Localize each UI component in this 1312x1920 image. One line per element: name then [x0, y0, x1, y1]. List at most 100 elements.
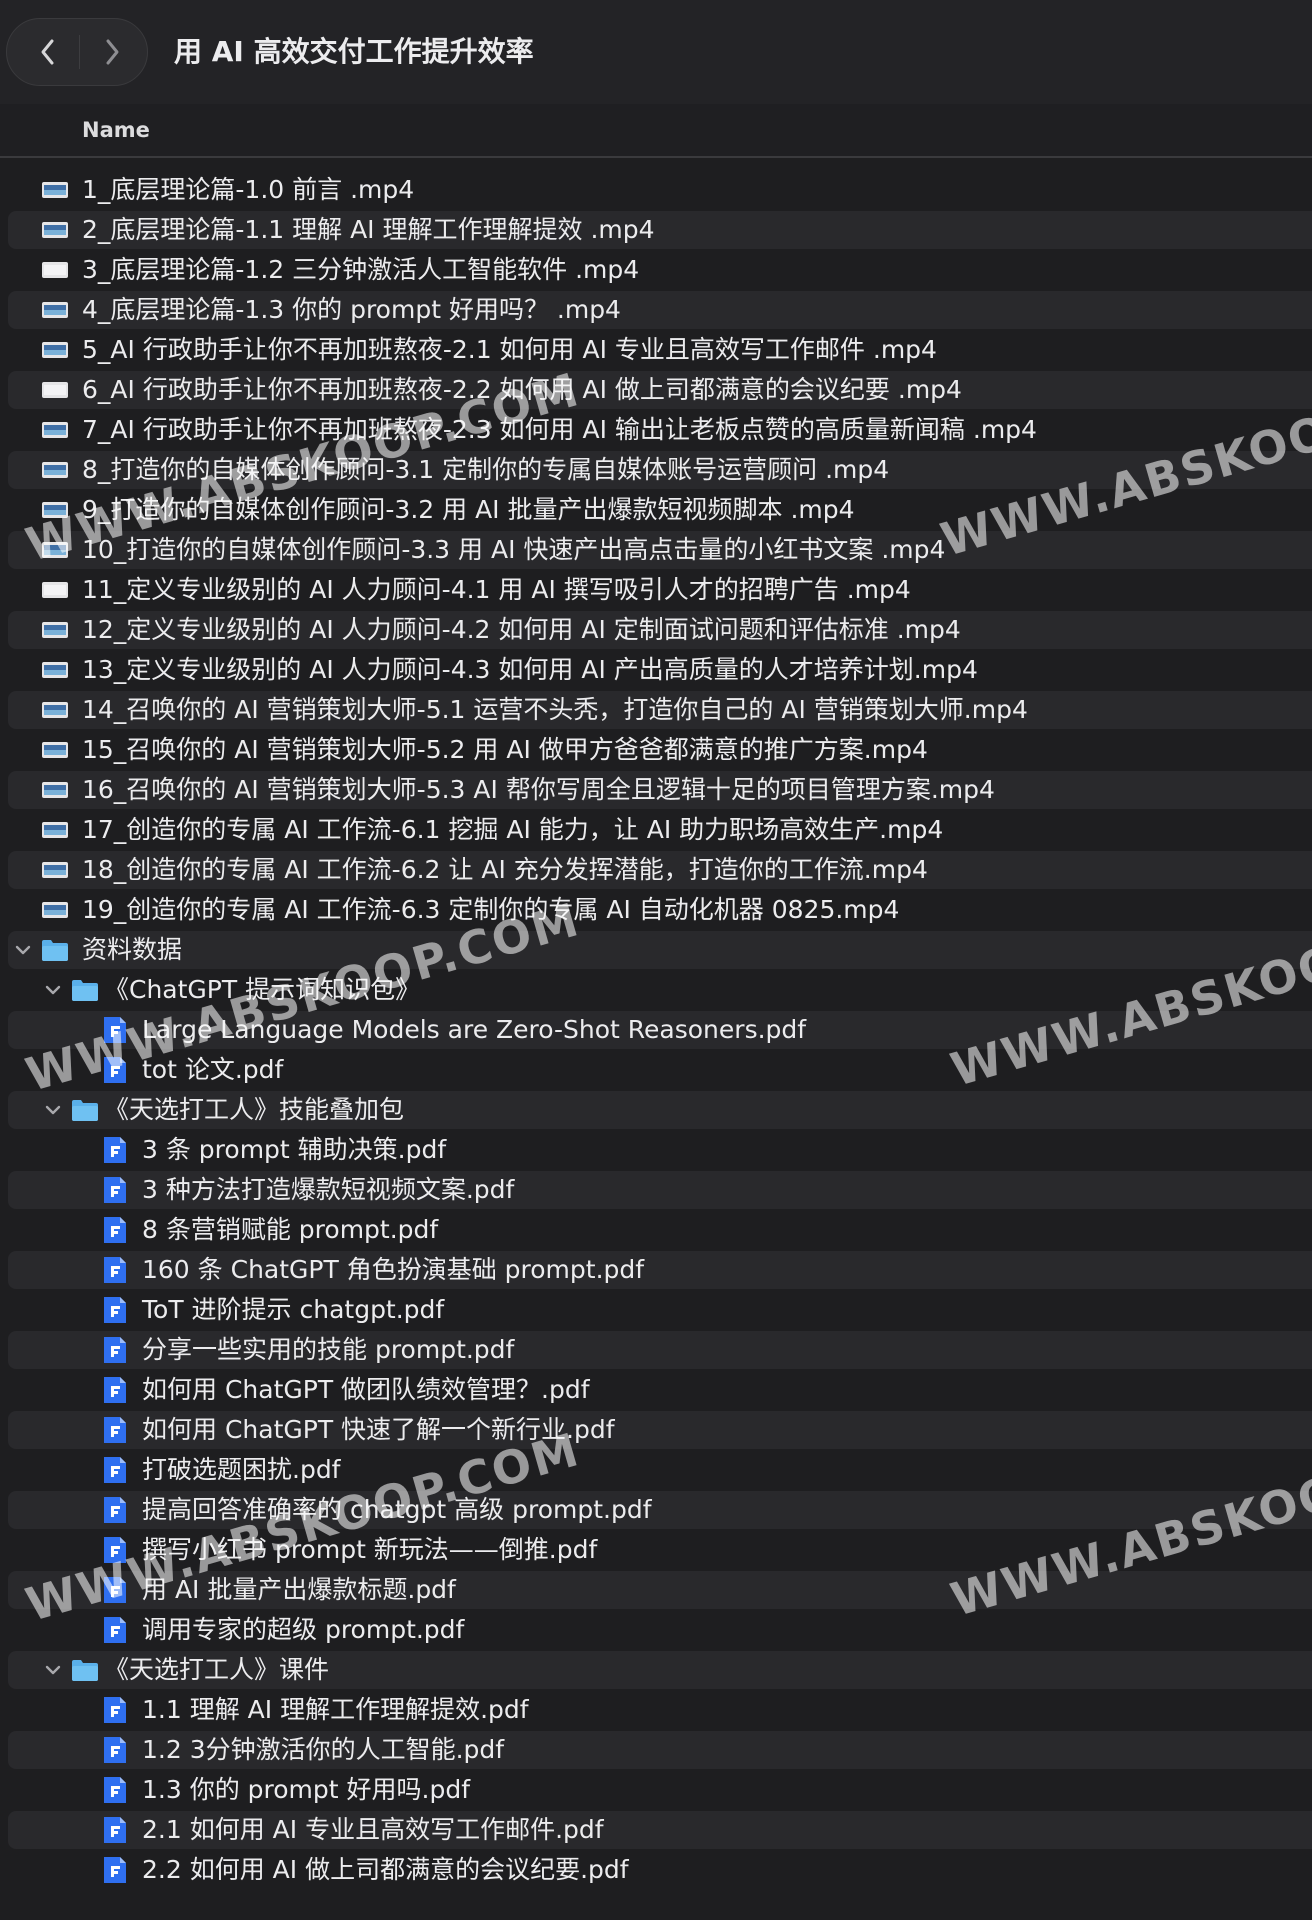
video-file-icon — [42, 662, 68, 678]
folder-icon — [72, 1660, 98, 1681]
file-row[interactable]: 17_创造你的专属 AI 工作流-6.1 挖掘 AI 能力，让 AI 助力职场高… — [0, 810, 1312, 850]
folder-name: 《天选打工人》技能叠加包 — [104, 1095, 405, 1124]
file-row[interactable]: ToT 进阶提示 chatgpt.pdf — [0, 1290, 1312, 1330]
pdf-file-icon — [104, 1577, 126, 1603]
video-file-icon — [42, 742, 68, 758]
pdf-file-icon — [104, 1617, 126, 1643]
video-file-icon — [42, 182, 68, 198]
video-file-icon — [42, 822, 68, 838]
video-file-icon — [42, 342, 68, 358]
chevron-down-icon[interactable] — [14, 941, 32, 959]
file-row[interactable]: 调用专家的超级 prompt.pdf — [0, 1610, 1312, 1650]
file-row[interactable]: 9_打造你的自媒体创作顾问-3.2 用 AI 批量产出爆款短视频脚本 .mp4 — [0, 490, 1312, 530]
file-name: 16_召唤你的 AI 营销策划大师-5.3 AI 帮你写周全且逻辑十足的项目管理… — [82, 775, 995, 804]
file-name: 19_创造你的专属 AI 工作流-6.3 定制你的专属 AI 自动化机器 082… — [82, 895, 900, 924]
video-file-icon — [42, 262, 68, 278]
file-row[interactable]: 如何用 ChatGPT 做团队绩效管理？.pdf — [0, 1370, 1312, 1410]
chevron-down-icon[interactable] — [44, 1101, 62, 1119]
file-name: 11_定义专业级别的 AI 人力顾问-4.1 用 AI 撰写吸引人才的招聘广告 … — [82, 575, 911, 604]
chevron-down-icon[interactable] — [44, 1661, 62, 1679]
video-file-icon — [42, 222, 68, 238]
file-name: 160 条 ChatGPT 角色扮演基础 prompt.pdf — [142, 1255, 645, 1284]
folder-row[interactable]: 《天选打工人》课件 — [0, 1650, 1312, 1690]
file-name: 调用专家的超级 prompt.pdf — [142, 1615, 465, 1644]
video-file-icon — [42, 782, 68, 798]
file-row[interactable]: 用 AI 批量产出爆款标题.pdf — [0, 1570, 1312, 1610]
pdf-file-icon — [104, 1257, 126, 1283]
column-header-name[interactable]: Name — [82, 118, 150, 142]
file-name: 15_召唤你的 AI 营销策划大师-5.2 用 AI 做甲方爸爸都满意的推广方案… — [82, 735, 928, 764]
file-row[interactable]: 19_创造你的专属 AI 工作流-6.3 定制你的专属 AI 自动化机器 082… — [0, 890, 1312, 930]
file-row[interactable]: tot 论文.pdf — [0, 1050, 1312, 1090]
file-row[interactable]: 5_AI 行政助手让你不再加班熬夜-2.1 如何用 AI 专业且高效写工作邮件 … — [0, 330, 1312, 370]
folder-row[interactable]: 资料数据 — [0, 930, 1312, 970]
file-row[interactable]: 2.1 如何用 AI 专业且高效写工作邮件.pdf — [0, 1810, 1312, 1850]
window-title: 用 AI 高效交付工作提升效率 — [174, 35, 534, 68]
folder-name: 《天选打工人》课件 — [104, 1655, 330, 1684]
folder-name: 《ChatGPT 提示词知识包》 — [104, 975, 421, 1004]
file-row[interactable]: 1.3 你的 prompt 好用吗.pdf — [0, 1770, 1312, 1810]
file-row[interactable]: 18_创造你的专属 AI 工作流-6.2 让 AI 充分发挥潜能，打造你的工作流… — [0, 850, 1312, 890]
chevron-left-icon — [41, 39, 54, 65]
file-name: 3 条 prompt 辅助决策.pdf — [142, 1135, 447, 1164]
file-row[interactable]: 撰写小红书 prompt 新玩法——倒推.pdf — [0, 1530, 1312, 1570]
file-row[interactable]: 打破选题困扰.pdf — [0, 1450, 1312, 1490]
file-row[interactable]: 6_AI 行政助手让你不再加班熬夜-2.2 如何用 AI 做上司都满意的会议纪要… — [0, 370, 1312, 410]
file-name: 6_AI 行政助手让你不再加班熬夜-2.2 如何用 AI 做上司都满意的会议纪要… — [82, 375, 962, 404]
file-row[interactable]: 11_定义专业级别的 AI 人力顾问-4.1 用 AI 撰写吸引人才的招聘广告 … — [0, 570, 1312, 610]
pdf-file-icon — [104, 1497, 126, 1523]
file-row[interactable]: 14_召唤你的 AI 营销策划大师-5.1 运营不头秃，打造你自己的 AI 营销… — [0, 690, 1312, 730]
file-row[interactable]: 10_打造你的自媒体创作顾问-3.3 用 AI 快速产出高点击量的小红书文案 .… — [0, 530, 1312, 570]
video-file-icon — [42, 862, 68, 878]
folder-icon — [72, 980, 98, 1001]
file-row[interactable]: 8 条营销赋能 prompt.pdf — [0, 1210, 1312, 1250]
pdf-file-icon — [104, 1137, 126, 1163]
file-row[interactable]: 160 条 ChatGPT 角色扮演基础 prompt.pdf — [0, 1250, 1312, 1290]
file-name: 分享一些实用的技能 prompt.pdf — [142, 1335, 515, 1364]
file-row[interactable]: Large Language Models are Zero-Shot Reas… — [0, 1010, 1312, 1050]
file-name: 2.1 如何用 AI 专业且高效写工作邮件.pdf — [142, 1815, 604, 1844]
pdf-file-icon — [104, 1777, 126, 1803]
file-row[interactable]: 3_底层理论篇-1.2 三分钟激活人工智能软件 .mp4 — [0, 250, 1312, 290]
file-row[interactable]: 16_召唤你的 AI 营销策划大师-5.3 AI 帮你写周全且逻辑十足的项目管理… — [0, 770, 1312, 810]
folder-row[interactable]: 《天选打工人》技能叠加包 — [0, 1090, 1312, 1130]
navigation-group — [6, 18, 148, 86]
file-row[interactable]: 分享一些实用的技能 prompt.pdf — [0, 1330, 1312, 1370]
file-name: 8_打造你的自媒体创作顾问-3.1 定制你的专属自媒体账号运营顾问 .mp4 — [82, 455, 890, 484]
file-name: 用 AI 批量产出爆款标题.pdf — [142, 1575, 456, 1604]
back-button[interactable] — [15, 19, 81, 85]
file-name: tot 论文.pdf — [142, 1055, 284, 1084]
file-row[interactable]: 1.2 3分钟激活你的人工智能.pdf — [0, 1730, 1312, 1770]
file-row[interactable]: 2_底层理论篇-1.1 理解 AI 理解工作理解提效 .mp4 — [0, 210, 1312, 250]
file-name: 1.3 你的 prompt 好用吗.pdf — [142, 1775, 471, 1804]
pdf-file-icon — [104, 1337, 126, 1363]
file-row[interactable]: 13_定义专业级别的 AI 人力顾问-4.3 如何用 AI 产出高质量的人才培养… — [0, 650, 1312, 690]
file-row[interactable]: 如何用 ChatGPT 快速了解一个新行业.pdf — [0, 1410, 1312, 1450]
file-name: 3 种方法打造爆款短视频文案.pdf — [142, 1175, 515, 1204]
file-row[interactable]: 12_定义专业级别的 AI 人力顾问-4.2 如何用 AI 定制面试问题和评估标… — [0, 610, 1312, 650]
toolbar: 用 AI 高效交付工作提升效率 — [0, 0, 1312, 104]
chevron-down-icon[interactable] — [44, 981, 62, 999]
file-name: 2.2 如何用 AI 做上司都满意的会议纪要.pdf — [142, 1855, 629, 1884]
file-row[interactable]: 7_AI 行政助手让你不再加班熬夜-2.3 如何用 AI 输出让老板点赞的高质量… — [0, 410, 1312, 450]
file-row[interactable]: 2.2 如何用 AI 做上司都满意的会议纪要.pdf — [0, 1850, 1312, 1890]
file-row[interactable]: 提高回答准确率的 chatgpt 高级 prompt.pdf — [0, 1490, 1312, 1530]
file-row[interactable]: 15_召唤你的 AI 营销策划大师-5.2 用 AI 做甲方爸爸都满意的推广方案… — [0, 730, 1312, 770]
forward-button[interactable] — [79, 19, 145, 85]
file-row[interactable]: 3 条 prompt 辅助决策.pdf — [0, 1130, 1312, 1170]
file-name: 10_打造你的自媒体创作顾问-3.3 用 AI 快速产出高点击量的小红书文案 .… — [82, 535, 946, 564]
file-row[interactable]: 8_打造你的自媒体创作顾问-3.1 定制你的专属自媒体账号运营顾问 .mp4 — [0, 450, 1312, 490]
video-file-icon — [42, 302, 68, 318]
file-row[interactable]: 1_底层理论篇-1.0 前言 .mp4 — [0, 170, 1312, 210]
pdf-file-icon — [104, 1737, 126, 1763]
finder-window: 用 AI 高效交付工作提升效率 Name 1_底层理论篇-1.0 前言 .mp4… — [0, 0, 1312, 1920]
folder-icon — [42, 940, 68, 961]
file-name: 14_召唤你的 AI 营销策划大师-5.1 运营不头秃，打造你自己的 AI 营销… — [82, 695, 1028, 724]
pdf-file-icon — [104, 1417, 126, 1443]
row-background — [8, 931, 1312, 969]
file-row[interactable]: 3 种方法打造爆款短视频文案.pdf — [0, 1170, 1312, 1210]
file-row[interactable]: 4_底层理论篇-1.3 你的 prompt 好用吗？ .mp4 — [0, 290, 1312, 330]
file-name: 1_底层理论篇-1.0 前言 .mp4 — [82, 175, 415, 204]
folder-row[interactable]: 《ChatGPT 提示词知识包》 — [0, 970, 1312, 1010]
file-row[interactable]: 1.1 理解 AI 理解工作理解提效.pdf — [0, 1690, 1312, 1730]
